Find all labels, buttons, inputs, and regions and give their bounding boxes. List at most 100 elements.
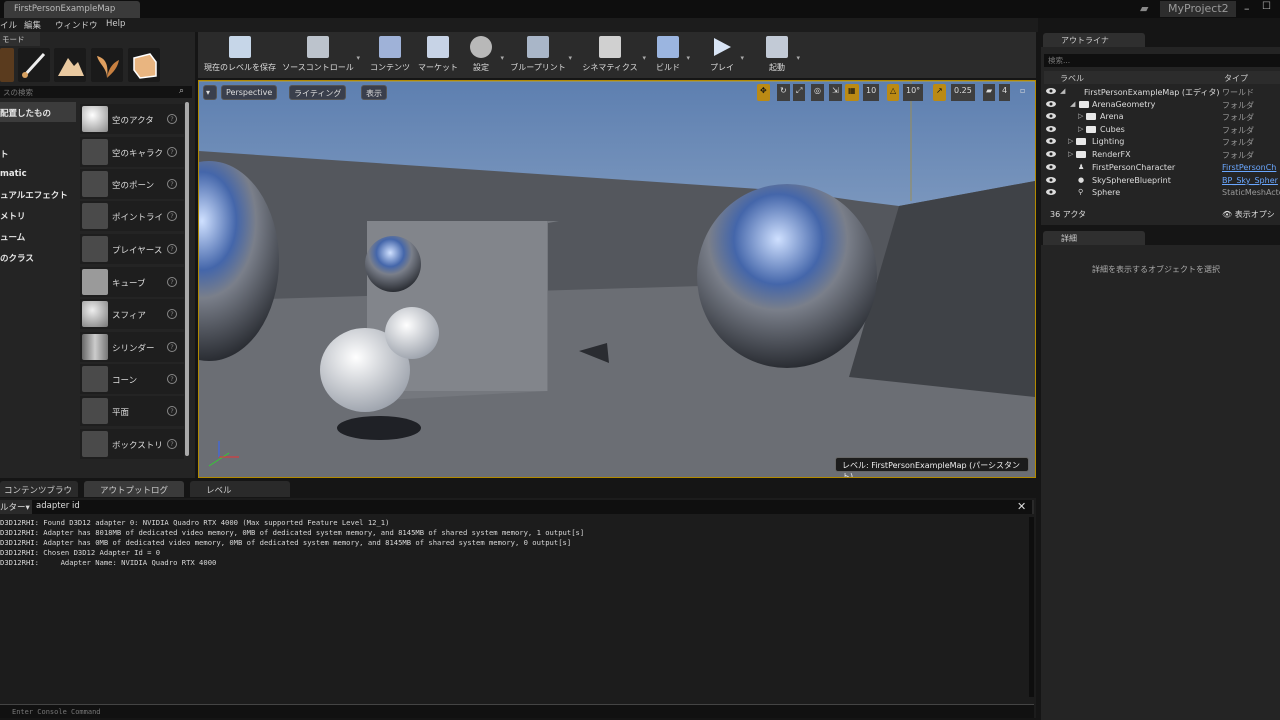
outliner-row[interactable]: ◢ ArenaGeometry フォルダ — [1044, 99, 1280, 112]
actor-cube[interactable]: キューブ? — [80, 267, 184, 297]
collapsed-arrow-icon[interactable]: ▷ — [1068, 137, 1073, 145]
grid-snap-value[interactable]: 10 — [863, 84, 880, 101]
help-icon[interactable]: ? — [167, 439, 177, 449]
outliner-row[interactable]: ▷ Lighting フォルダ — [1044, 136, 1280, 149]
eye-icon[interactable] — [1046, 188, 1056, 196]
help-icon[interactable]: ? — [167, 211, 177, 221]
outliner-row[interactable]: ◢ FirstPersonExampleMap (エディタ) ワールド — [1044, 86, 1280, 99]
help-icon[interactable]: ? — [167, 406, 177, 416]
eye-icon[interactable] — [1046, 150, 1056, 158]
help-icon[interactable]: ? — [167, 374, 177, 384]
viewport-options-button[interactable]: ▾ — [203, 85, 217, 100]
close-icon[interactable]: ✕ — [1017, 500, 1031, 514]
actor-cylinder[interactable]: シリンダー? — [80, 332, 184, 362]
tab-modes[interactable]: モード — [0, 32, 40, 46]
marketplace-button[interactable]: マーケット — [416, 36, 460, 76]
rotate-icon[interactable]: ↻ — [777, 84, 790, 101]
category-cinematic[interactable]: matic — [0, 164, 76, 184]
eye-icon[interactable] — [1046, 176, 1056, 184]
launch-button[interactable]: 起動 ▾ — [760, 36, 800, 76]
rotation-snap-value[interactable]: 10° — [903, 84, 924, 101]
menu-window[interactable]: ウィンドウ — [55, 19, 98, 31]
view-options-button[interactable]: 👁 表示オプシ — [1222, 209, 1275, 220]
foliage-mode-icon[interactable] — [91, 48, 123, 82]
perspective-button[interactable]: Perspective — [221, 85, 278, 100]
geometry-mode-icon[interactable] — [128, 48, 160, 82]
surface-snap-icon[interactable]: ⇲ — [829, 84, 842, 101]
rotation-snap-icon[interactable]: △ — [887, 84, 900, 101]
source-control-button[interactable]: ソースコントロール ▾ — [282, 36, 360, 76]
paint-mode-icon[interactable] — [18, 48, 50, 82]
eye-icon[interactable] — [1046, 87, 1056, 95]
content-button[interactable]: コンテンツ — [368, 36, 412, 76]
category-basic[interactable]: ト — [0, 143, 76, 163]
column-type-header[interactable]: タイプ — [1224, 73, 1248, 84]
outliner-row[interactable]: ▷ Arena フォルダ — [1044, 111, 1280, 124]
eye-icon[interactable] — [1046, 125, 1056, 133]
mode-search-input[interactable]: スの検索 — [0, 86, 192, 98]
source-control-icon[interactable]: ▰ — [1140, 2, 1156, 16]
play-button[interactable]: プレイ ▾ — [706, 36, 744, 76]
dropdown-arrow-icon[interactable]: ▾ — [796, 54, 800, 62]
help-icon[interactable]: ? — [167, 342, 177, 352]
eye-icon[interactable] — [1046, 112, 1056, 120]
save-level-button[interactable]: 現在のレベルを保存 — [202, 36, 278, 76]
scale-snap-value[interactable]: 0.25 — [951, 84, 975, 101]
maximize-viewport-icon[interactable]: ▫ — [1017, 84, 1028, 101]
actor-player-start[interactable]: プレイヤース? — [80, 234, 184, 264]
eye-icon[interactable] — [1046, 163, 1056, 171]
outliner-row[interactable]: ⚲ Sphere StaticMeshActo — [1044, 187, 1280, 200]
log-search-input[interactable]: adapter id — [32, 500, 1032, 514]
tab-levels[interactable]: レベル — [190, 481, 290, 497]
category-geometry[interactable]: メトリ — [0, 205, 76, 225]
settings-button[interactable]: 設定 ▾ — [464, 36, 504, 76]
outliner-search-input[interactable]: 検索... — [1044, 54, 1280, 67]
help-icon[interactable]: ? — [167, 277, 177, 287]
menu-file[interactable]: イル — [0, 19, 17, 31]
place-mode-icon[interactable] — [0, 48, 14, 82]
level-viewport[interactable]: ▾ Perspective ライティング 表示 ✥ ↻ ⤢ ◎ ⇲ ▦ 10 △… — [198, 80, 1036, 478]
collapsed-arrow-icon[interactable]: ▷ — [1068, 150, 1073, 158]
actor-empty-pawn[interactable]: 空のポーン? — [80, 169, 184, 199]
outliner-row[interactable]: ▷ RenderFX フォルダ — [1044, 149, 1280, 162]
lighting-mode-button[interactable]: ライティング — [289, 85, 347, 100]
actor-empty-character[interactable]: 空のキャラク? — [80, 137, 184, 167]
log-scrollbar[interactable] — [1029, 517, 1034, 697]
dropdown-arrow-icon[interactable]: ▾ — [740, 54, 744, 62]
console-command-input[interactable]: Enter Console Command — [0, 704, 1034, 718]
camera-speed-icon[interactable]: ▰ — [983, 84, 996, 101]
show-flags-button[interactable]: 表示 — [361, 85, 387, 100]
dropdown-arrow-icon[interactable]: ▾ — [500, 54, 504, 62]
cinematics-button[interactable]: シネマティクス ▾ — [580, 36, 646, 76]
grid-snap-icon[interactable]: ▦ — [845, 84, 859, 101]
tab-details[interactable]: 詳細 — [1043, 231, 1145, 245]
dropdown-arrow-icon[interactable]: ▾ — [356, 54, 360, 62]
search-icon[interactable]: ⌕ — [179, 86, 191, 98]
dropdown-arrow-icon[interactable]: ▾ — [686, 54, 690, 62]
outliner-row[interactable]: ● SkySphereBlueprint BP_Sky_Spher — [1044, 175, 1280, 188]
category-visual-effects[interactable]: ュアルエフェクト — [0, 184, 76, 204]
eye-icon[interactable] — [1046, 100, 1056, 108]
actor-sphere[interactable]: スフィア? — [80, 299, 184, 329]
help-icon[interactable]: ? — [167, 147, 177, 157]
category-recently-placed[interactable]: 配置したもの — [0, 102, 76, 122]
outliner-row[interactable]: ▷ Cubes フォルダ — [1044, 124, 1280, 137]
translate-icon[interactable]: ✥ — [757, 84, 770, 101]
filters-dropdown[interactable]: ルター▾ — [0, 501, 30, 513]
menu-help[interactable]: Help — [106, 19, 125, 29]
maximize-icon[interactable]: ☐ — [1262, 1, 1276, 14]
camera-speed-value[interactable]: 4 — [999, 84, 1011, 101]
tab-content-browser[interactable]: コンテンツブラウザ — [0, 481, 78, 508]
actor-cone[interactable]: コーン? — [80, 364, 184, 394]
minimize-icon[interactable]: – — [1244, 2, 1258, 15]
category-all-classes[interactable]: のクラス — [0, 247, 76, 267]
blueprints-button[interactable]: ブループリント ▾ — [510, 36, 572, 76]
build-button[interactable]: ビルド ▾ — [652, 36, 690, 76]
help-icon[interactable]: ? — [167, 244, 177, 254]
tab-output-log[interactable]: アウトプットログ — [84, 481, 184, 497]
tab-outliner[interactable]: アウトライナ — [1043, 33, 1145, 47]
outliner-row[interactable]: ♟ FirstPersonCharacter FirstPersonCh — [1044, 162, 1280, 175]
scale-icon[interactable]: ⤢ — [793, 84, 806, 101]
menu-edit[interactable]: 編集 — [24, 19, 41, 31]
expand-arrow-icon[interactable]: ◢ — [1070, 100, 1075, 108]
